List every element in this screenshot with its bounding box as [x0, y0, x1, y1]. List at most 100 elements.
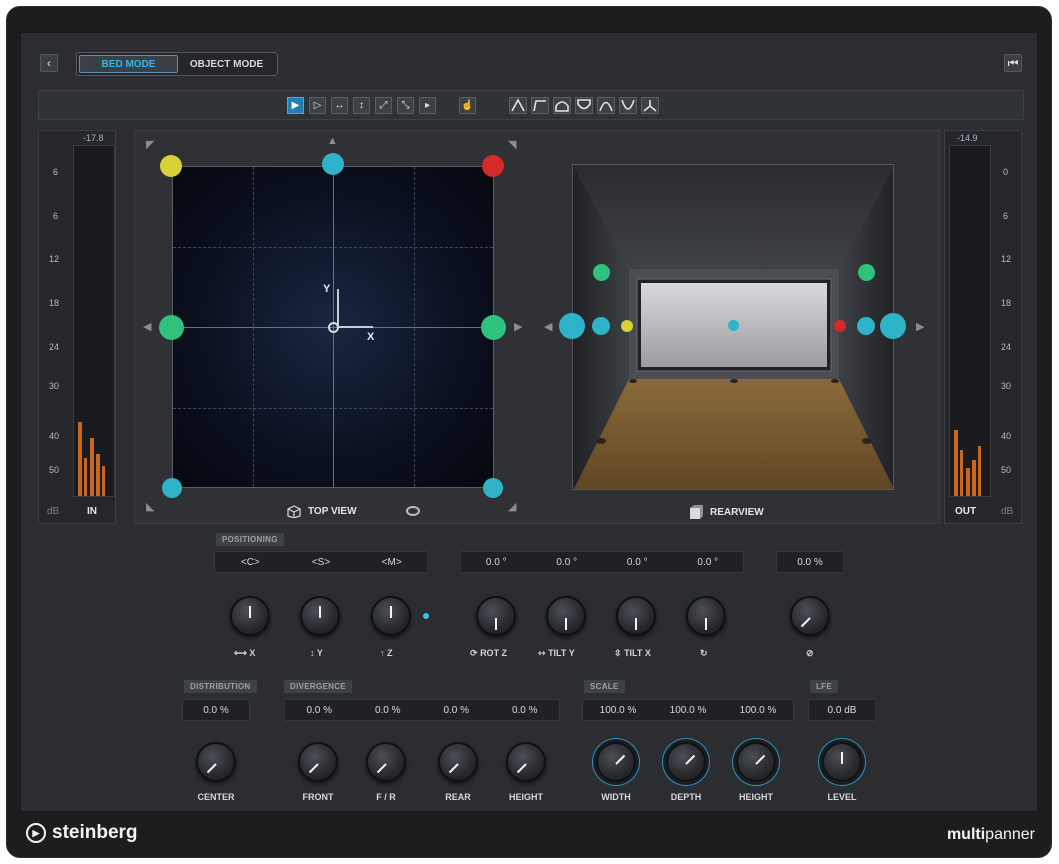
width-value[interactable]: 100.0 %: [583, 705, 653, 716]
center-label: CENTER: [197, 792, 235, 802]
object-mode-button[interactable]: OBJECT MODE: [178, 55, 275, 73]
tilt-y-knob-label: ⇿ TILT Y: [538, 648, 575, 658]
depth-value[interactable]: 100.0 %: [653, 705, 723, 716]
skip-to-start-icon[interactable]: ⏮: [1004, 54, 1022, 72]
lfe-value[interactable]: 0.0 dB: [809, 705, 875, 716]
hand-pointer-icon[interactable]: ☝: [459, 97, 476, 114]
rotate-value[interactable]: 0.0 °: [673, 557, 744, 568]
scale-height-knob[interactable]: [736, 742, 776, 782]
speaker-rear-right-2[interactable]: [857, 317, 875, 335]
shape-bowl-icon[interactable]: [575, 97, 593, 114]
speaker-rear-surround-left[interactable]: [559, 313, 585, 339]
arrow-up-icon: ↑: [380, 648, 385, 658]
eye-icon[interactable]: [406, 506, 420, 516]
tick-label: 12: [49, 254, 60, 264]
height-value[interactable]: 0.0 %: [491, 705, 560, 716]
x-knob[interactable]: [230, 596, 270, 636]
distribution-value[interactable]: 0.0 %: [183, 705, 249, 716]
rear-knob[interactable]: [438, 742, 478, 782]
arrow-icon[interactable]: ▲: [327, 136, 338, 147]
speaker-side-left[interactable]: [159, 315, 184, 340]
preset-s[interactable]: <S>: [286, 557, 357, 568]
speaker-front-left[interactable]: [160, 155, 182, 177]
steinberg-logo: ▶ steinberg: [26, 822, 138, 844]
rot-z-knob[interactable]: [476, 596, 516, 636]
rear-view-label[interactable]: REARVIEW: [688, 504, 764, 520]
width-knob[interactable]: [596, 742, 636, 782]
move-diagonal-icon[interactable]: ⤢: [375, 97, 392, 114]
rear-value[interactable]: 0.0 %: [422, 705, 491, 716]
bed-mode-button[interactable]: BED MODE: [79, 55, 178, 73]
fr-knob[interactable]: [366, 742, 406, 782]
tilt-y-knob[interactable]: [546, 596, 586, 636]
arrow-icon[interactable]: ◣: [146, 502, 154, 513]
speaker-side-right[interactable]: [481, 315, 506, 340]
shape-peak-icon[interactable]: [509, 97, 527, 114]
fr-value[interactable]: 0.0 %: [354, 705, 423, 716]
panner-position-handle[interactable]: [328, 322, 339, 333]
speaker-rear-surround-right[interactable]: [880, 313, 906, 339]
speaker-rear-left[interactable]: [162, 478, 182, 498]
speaker-front-right[interactable]: [482, 155, 504, 177]
rotation-values: 0.0 ° 0.0 ° 0.0 ° 0.0 °: [460, 551, 744, 573]
front-value[interactable]: 0.0 %: [285, 705, 354, 716]
tick-label: 24: [49, 342, 60, 352]
top-view-label[interactable]: TOP VIEW: [286, 504, 357, 518]
shape-dome-icon[interactable]: [553, 97, 571, 114]
chevron-left-icon[interactable]: ‹: [40, 54, 58, 72]
y-knob[interactable]: [300, 596, 340, 636]
arrow-icon[interactable]: ▶: [514, 322, 522, 333]
height-label: HEIGHT: [508, 792, 543, 802]
orbit-knob[interactable]: [790, 596, 830, 636]
depth-knob[interactable]: [666, 742, 706, 782]
speaker-rear-side-left[interactable]: [593, 264, 610, 281]
product-name: multipanner: [946, 826, 1035, 843]
tilt-x-value[interactable]: 0.0 °: [602, 557, 673, 568]
speaker-rear-front-right[interactable]: [834, 320, 846, 332]
speaker-rear-right[interactable]: [483, 478, 503, 498]
divergence-tag: DIVERGENCE: [284, 680, 352, 693]
z-knob[interactable]: [371, 596, 411, 636]
shape-valley-icon[interactable]: [619, 97, 637, 114]
speaker-rear-side-right[interactable]: [858, 264, 875, 281]
move-x-icon[interactable]: ↔: [331, 97, 348, 114]
arrow-icon[interactable]: ▶: [916, 322, 924, 333]
shape-arch-icon[interactable]: [597, 97, 615, 114]
tilt-x-knob[interactable]: [616, 596, 656, 636]
y-axis-arrow: [337, 289, 339, 327]
center-knob[interactable]: [196, 742, 236, 782]
speaker-rear-front-left[interactable]: [621, 320, 633, 332]
speaker-rear-left-2[interactable]: [592, 317, 610, 335]
move-diagonal-alt-icon[interactable]: ⤡: [397, 97, 414, 114]
speaker-rear-center[interactable]: [728, 320, 739, 331]
arrow-icon[interactable]: ◢: [508, 502, 516, 513]
distribution-field: 0.0 %: [182, 699, 250, 721]
orbit-value[interactable]: 0.0 %: [777, 557, 843, 568]
top-view-text: TOP VIEW: [308, 505, 357, 517]
top-view-panner[interactable]: Y X: [172, 166, 494, 488]
height-knob[interactable]: [506, 742, 546, 782]
move-y-icon[interactable]: ↕: [353, 97, 370, 114]
rotate-icon: ⟳: [470, 648, 478, 658]
rot-z-value[interactable]: 0.0 °: [461, 557, 532, 568]
arrow-icon[interactable]: ◥: [508, 140, 516, 151]
lfe-level-knob[interactable]: [822, 742, 862, 782]
select-outline-icon[interactable]: ▷: [309, 97, 326, 114]
cursor-flag-icon[interactable]: ▸: [419, 97, 436, 114]
arrow-icon[interactable]: ◤: [146, 140, 154, 151]
tilt-y-value[interactable]: 0.0 °: [532, 557, 603, 568]
x-axis-label: X: [367, 331, 375, 343]
rear-label: REAR: [445, 792, 471, 802]
scale-height-value[interactable]: 100.0 %: [723, 705, 793, 716]
scale-fields: 100.0 % 100.0 % 100.0 %: [582, 699, 794, 721]
preset-c[interactable]: <C>: [215, 557, 286, 568]
shape-fork-icon[interactable]: [641, 97, 659, 114]
speaker-front-center[interactable]: [322, 153, 344, 175]
preset-m[interactable]: <M>: [356, 557, 427, 568]
arrow-icon[interactable]: ◀: [544, 322, 552, 333]
shape-corner-icon[interactable]: [531, 97, 549, 114]
front-knob[interactable]: [298, 742, 338, 782]
arrow-icon[interactable]: ◀: [143, 322, 151, 333]
select-arrow-icon[interactable]: ▶: [287, 97, 304, 114]
rotate-knob[interactable]: [686, 596, 726, 636]
